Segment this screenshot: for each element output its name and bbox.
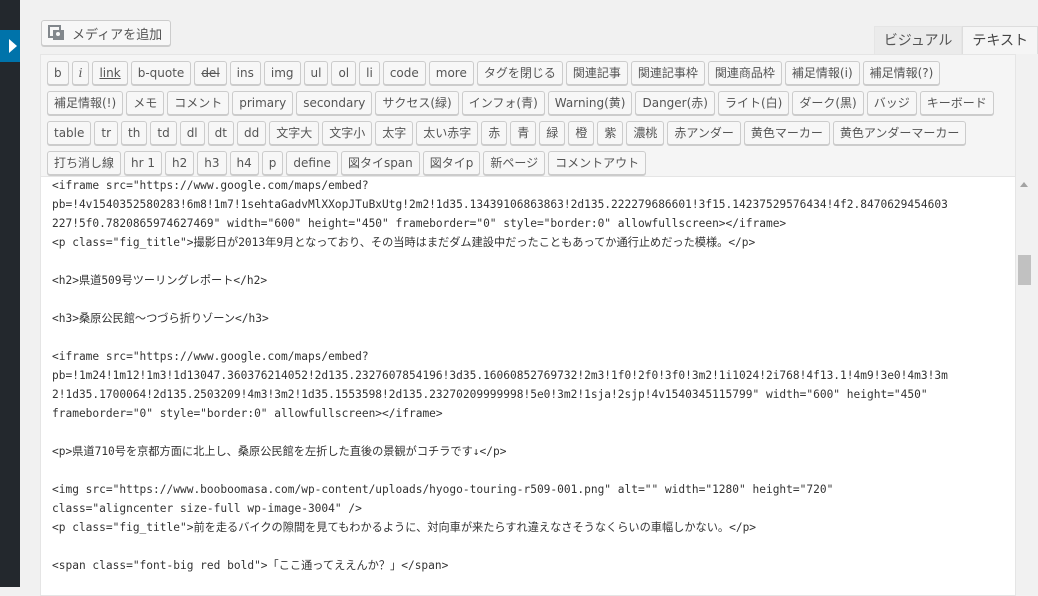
quicktag-button[interactable]: th (121, 121, 148, 145)
code-line: <iframe src="https://www.google.com/maps… (52, 350, 369, 363)
quicktag-button[interactable]: ul (303, 61, 329, 85)
quicktag-button[interactable]: インフォ(青) (461, 91, 545, 115)
quicktag-button[interactable]: 関連記事枠 (630, 61, 705, 85)
quicktags-toolbar: b i link b-quote del ins img ul ol li code more タグを閉… (40, 54, 1016, 176)
quicktag-button[interactable]: 補足情報(i) (784, 61, 860, 85)
quicktag-button[interactable]: b-quote (130, 61, 192, 85)
quicktag-button[interactable]: コメント (167, 91, 230, 115)
code-line: 227!5f0.7820865974627469" width="600" he… (52, 217, 787, 230)
menu-arrow-icon (9, 39, 17, 53)
quicktag-button[interactable]: b (47, 61, 69, 85)
quicktag-button[interactable]: 黄色マーカー (743, 121, 830, 145)
quicktag-button[interactable]: 濃桃 (626, 121, 665, 145)
editor-scrollbar[interactable] (1016, 176, 1033, 587)
quicktag-button[interactable]: Warning(黄) (547, 91, 633, 115)
code-line: frameborder="0" style="border:0" allowfu… (52, 407, 443, 420)
quicktag-button[interactable]: 緑 (539, 121, 566, 145)
quicktag-button[interactable]: li (359, 61, 380, 85)
quicktag-button[interactable]: サクセス(緑) (375, 91, 459, 115)
quicktag-button[interactable]: 補足情報(!) (47, 91, 124, 115)
code-line: <span class="font-big red bold">「ここ通ってええ… (52, 559, 449, 572)
quicktag-button[interactable]: dt (207, 121, 234, 145)
quicktag-button[interactable]: dl (179, 121, 205, 145)
quicktag-button[interactable]: code (382, 61, 426, 85)
quicktag-button[interactable]: 文字小 (322, 121, 373, 145)
add-media-button[interactable]: メディアを追加 (41, 20, 171, 46)
code-line: pb=!4v1540352580283!6m8!1m7!1sehtaGadvMl… (52, 198, 948, 211)
code-line: <iframe src="https://www.google.com/maps… (52, 179, 369, 192)
quicktag-button[interactable]: 新ページ (483, 151, 546, 175)
quicktag-button[interactable]: ol (331, 61, 357, 85)
quicktag-button[interactable]: h2 (165, 151, 195, 175)
add-media-label: メディアを追加 (72, 27, 163, 43)
quicktag-button[interactable]: ins (229, 61, 261, 85)
quicktag-button[interactable]: 橙 (568, 121, 595, 145)
quicktag-button[interactable]: link (92, 61, 128, 85)
text-editor[interactable]: <iframe src="https://www.google.com/maps… (40, 176, 1016, 596)
quicktag-button[interactable]: more (428, 61, 474, 85)
editor-tabs: ビジュアル テキスト (873, 26, 1038, 54)
quicktag-button[interactable]: primary (232, 91, 294, 115)
code-line: <h2>県道509号ツーリングレポート</h2> (52, 274, 268, 287)
code-line: <p class="fig_title">前を走るバイクの隙間を見てもわかるよう… (52, 521, 757, 534)
quicktag-button[interactable]: table (47, 121, 92, 145)
quicktag-button[interactable]: 図タイp (422, 151, 481, 175)
quicktag-button[interactable]: h4 (229, 151, 259, 175)
quicktag-button[interactable]: 関連記事 (565, 61, 628, 85)
quicktag-button[interactable]: p (261, 151, 284, 175)
admin-menu-current[interactable] (0, 30, 20, 62)
quicktag-button[interactable]: 文字大 (269, 121, 320, 145)
quicktag-button[interactable]: 紫 (597, 121, 624, 145)
code-line: <img src="https://www.booboomasa.com/wp-… (52, 483, 834, 496)
quicktag-button[interactable]: Danger(赤) (635, 91, 715, 115)
tab-visual[interactable]: ビジュアル (873, 26, 963, 54)
quicktag-button[interactable]: dd (236, 121, 267, 145)
quicktag-button[interactable]: バッジ (866, 91, 917, 115)
quicktag-button[interactable]: 赤アンダー (667, 121, 741, 145)
quicktag-button[interactable]: 青 (510, 121, 537, 145)
code-line: class="aligncenter size-full wp-image-30… (52, 502, 362, 515)
quicktag-button[interactable]: define (286, 151, 338, 175)
tab-text[interactable]: テキスト (962, 26, 1038, 54)
quicktag-button[interactable]: 赤 (481, 121, 508, 145)
quicktag-button[interactable]: 打ち消し線 (47, 151, 122, 175)
media-icon (48, 25, 66, 41)
quicktag-button[interactable]: 図タイspan (340, 151, 420, 175)
quicktag-button[interactable]: 関連商品枠 (707, 61, 782, 85)
quicktag-button[interactable]: 太字 (375, 121, 414, 145)
admin-sidebar (0, 0, 20, 587)
code-line: 2!1d35.1700064!2d135.2503209!4m3!3m2!1d3… (52, 388, 928, 401)
code-line: <p>県道710号を京都方面に北上し、桑原公民館を左折した直後の景観がコチラです… (52, 445, 507, 458)
quicktag-button[interactable]: キーボード (919, 91, 994, 115)
quicktag-button[interactable]: ライト(白) (717, 91, 790, 115)
scroll-up-icon[interactable] (1020, 182, 1028, 187)
quicktags-buttons: b i link b-quote del ins img ul ol li code more タグを閉… (47, 61, 1015, 181)
quicktag-button[interactable]: i (71, 61, 90, 85)
code-line: <h3>桑原公民館～つづら折りゾーン</h3> (52, 312, 269, 325)
quicktag-button[interactable]: コメントアウト (548, 151, 647, 175)
quicktag-button[interactable]: 黄色アンダーマーカー (832, 121, 967, 145)
quicktag-button[interactable]: secondary (296, 91, 373, 115)
quicktag-button[interactable]: 補足情報(?) (862, 61, 941, 85)
code-line: <p class="fig_title">撮影日が2013年9月となっており、そ… (52, 236, 756, 249)
quicktag-button[interactable]: メモ (126, 91, 165, 115)
scrollbar-thumb[interactable] (1018, 255, 1031, 285)
quicktag-button[interactable]: img (263, 61, 301, 85)
code-line: pb=!1m24!1m12!1m3!1d13047.360376214052!2… (52, 369, 948, 382)
quicktag-button[interactable]: del (194, 61, 227, 85)
quicktag-button[interactable]: タグを閉じる (476, 61, 563, 85)
quicktag-button[interactable]: hr 1 (124, 151, 163, 175)
quicktag-button[interactable]: ダーク(黒) (792, 91, 864, 115)
quicktag-button[interactable]: h3 (197, 151, 227, 175)
editor-content[interactable]: <iframe src="https://www.google.com/maps… (52, 177, 1004, 575)
quicktag-button[interactable]: tr (94, 121, 119, 145)
quicktag-button[interactable]: 太い赤字 (416, 121, 479, 145)
quicktag-button[interactable]: td (150, 121, 177, 145)
